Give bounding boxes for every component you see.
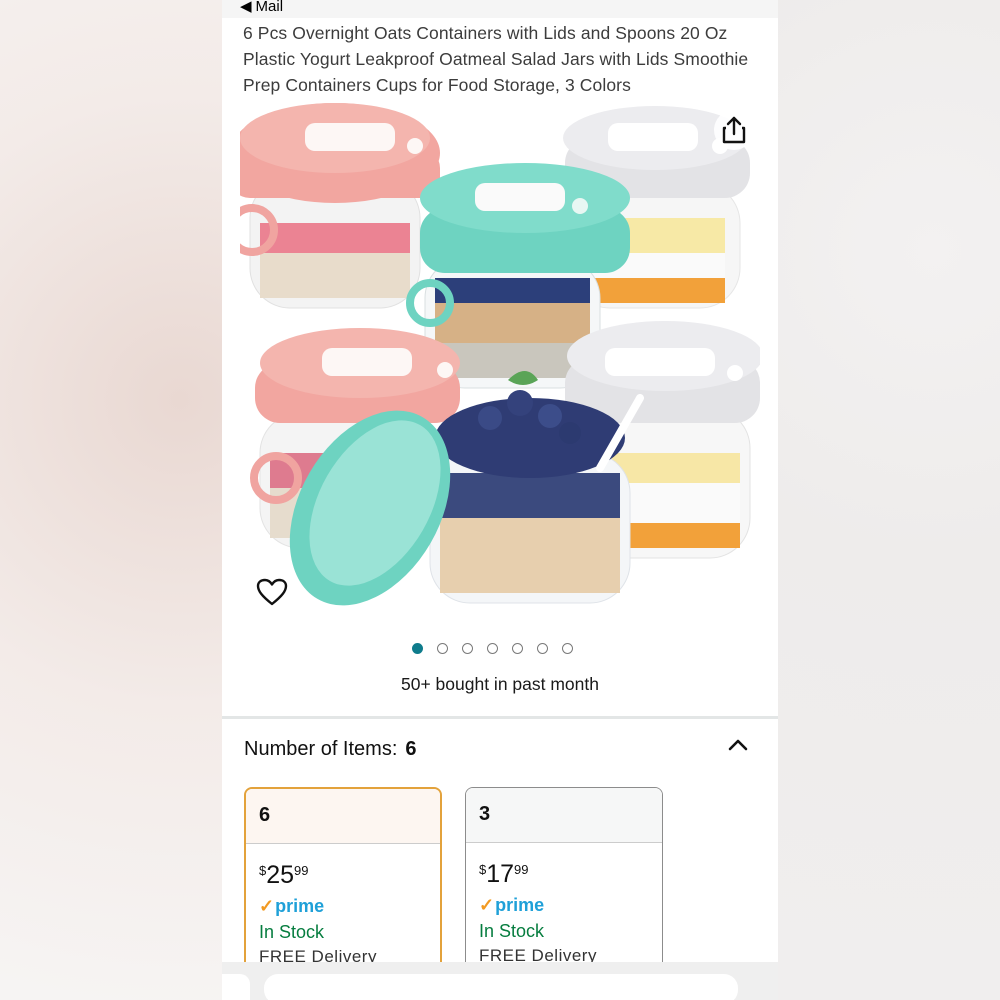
heart-icon [256,578,288,606]
option-qty: 6 [246,789,440,844]
option-label: Number of Items: [244,738,398,760]
carousel-dot-3[interactable] [462,643,473,654]
product-title: 6 Pcs Overnight Oats Containers with Lid… [243,23,749,95]
wishlist-button[interactable] [252,572,292,612]
toolbar-left-pill[interactable] [222,974,250,1000]
carousel-dot-2[interactable] [437,643,448,654]
carousel-dot-6[interactable] [537,643,548,654]
product-image[interactable] [240,98,760,623]
bottom-toolbar [222,962,778,1000]
price-cents: 99 [294,863,309,878]
carousel-dot-1[interactable] [412,643,423,654]
chevron-up-icon[interactable] [727,734,749,756]
option-card-6[interactable]: 6 $2599 ✓ prime In Stock FREE Delivery [244,787,442,977]
bought-count: 50+ bought in past month [401,674,599,694]
status-bar: ◀ Mail [222,0,778,18]
back-triangle-icon: ◀ [240,0,252,15]
price-currency: $ [259,863,267,878]
stock-status: In Stock [479,921,545,941]
option-card-3[interactable]: 3 $1799 ✓ prime In Stock FREE Delivery [465,787,663,977]
pink-jar-back [240,103,440,309]
prime-label: prime [275,896,325,916]
carousel-dot-5[interactable] [512,643,523,654]
option-selected-value: 6 [405,738,417,760]
option-price: $2599 [259,861,309,890]
prime-check-icon: ✓ [479,895,495,915]
option-price: $1799 [479,860,529,889]
section-divider [222,716,778,719]
toolbar-main-pill[interactable] [264,974,738,1000]
prime-check-icon: ✓ [259,896,275,916]
carousel-dot-4[interactable] [487,643,498,654]
stock-status: In Stock [259,922,325,942]
background-right [778,0,1000,1000]
carousel-dot-7[interactable] [562,643,573,654]
price-currency: $ [479,862,487,877]
prime-badge: ✓ prime [479,895,544,916]
share-button[interactable] [714,110,754,150]
price-cents: 99 [514,862,529,877]
prime-label: prime [495,895,545,915]
option-qty: 3 [466,788,662,843]
carousel-dots [412,643,573,654]
price-whole: 25 [266,861,295,889]
price-whole: 17 [486,860,515,888]
phone-screen: ◀ Mail 6 Pcs Overnight Oats Containers w… [222,0,778,1000]
number-of-items-label: Number of Items: 6 [244,738,417,761]
back-label: Mail [255,0,284,15]
prime-badge: ✓ prime [259,896,324,917]
share-icon [722,116,746,144]
back-to-mail[interactable]: ◀ Mail [240,0,283,15]
